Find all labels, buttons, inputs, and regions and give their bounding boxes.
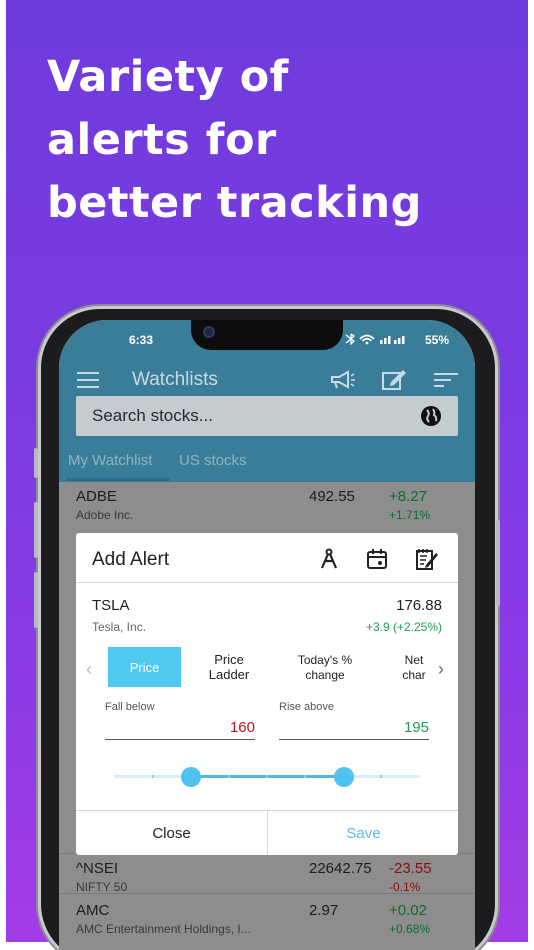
search-input[interactable]: Search stocks... [76,396,458,436]
fall-below-input[interactable]: 160 [105,719,255,736]
megaphone-icon[interactable] [329,368,355,392]
tab-indicator [66,478,170,481]
search-placeholder: Search stocks... [92,406,213,425]
page-title: Watchlists [132,369,218,390]
stock-change: -23.55 [389,860,432,877]
table-row[interactable]: AMC AMC Entertainment Holdings, I... 2.9… [59,896,475,948]
alert-type-net-change[interactable]: Net char [392,647,436,687]
stock-price: 492.55 [309,488,355,505]
rise-above-input[interactable]: 195 [279,719,429,736]
status-battery: 55% [425,333,450,347]
fall-below-label: Fall below [105,701,155,713]
edit-icon[interactable] [381,368,407,392]
menu-icon[interactable] [77,372,99,388]
calendar-icon[interactable] [364,547,390,571]
stock-name: Adobe Inc. [76,508,134,522]
row-divider [59,893,475,894]
slider-tick [228,775,230,778]
dialog-title: Add Alert [92,549,170,570]
stock-change: +0.02 [389,902,427,919]
slider-tick [304,775,306,778]
save-button[interactable]: Save [268,811,459,855]
stock-symbol: ADBE [76,488,117,505]
promo-headline: Variety of alerts for better tracking [47,46,487,235]
stock-change: +8.27 [389,488,427,505]
add-alert-dialog: Add Alert TSLA Tesla, Inc. 176.88 +3.9 (… [76,533,458,855]
app-bar: Watchlists [59,360,475,400]
rise-above-label: Rise above [279,701,335,713]
front-camera [203,326,215,338]
alert-type-price[interactable]: Price [108,647,181,687]
status-icons [344,333,410,348]
stock-change-pct: +0.68% [389,922,431,936]
tab-my-watchlist[interactable]: My Watchlist [68,452,152,469]
phone-screen: 6:33 55% Watchlists Search stocks... My … [59,320,475,950]
stock-name: AMC Entertainment Holdings, I... [76,922,251,936]
phone-side-button [34,448,38,478]
slider-handle-high[interactable] [333,767,354,787]
alert-type-todays-change[interactable]: Today's % change [290,647,360,687]
alert-stock-name: Tesla, Inc. [92,620,147,634]
fall-below-underline [105,739,255,740]
globe-icon[interactable] [421,406,441,426]
slider-tick [266,775,268,778]
alert-stock-change: +3.9 (+2.25%) [365,620,442,634]
chevron-left-icon[interactable]: ‹ [86,659,92,680]
stock-symbol: AMC [76,902,110,919]
table-row[interactable]: ADBE Adobe Inc. 492.55 +8.27 +1.71% [59,482,475,534]
phone-power-button [496,520,500,606]
phone-volume-up [34,502,38,558]
stock-price: 2.97 [309,902,339,919]
slider-handle-low[interactable] [180,767,201,787]
alert-stock-symbol: TSLA [92,597,130,614]
sort-icon[interactable] [433,368,459,392]
alert-stock-price: 176.88 [396,597,442,614]
dialog-divider [76,582,458,583]
headline-line-3: better tracking [47,178,422,228]
stock-name: NIFTY 50 [76,880,128,894]
stock-change-pct: +1.71% [389,508,431,522]
stock-price: 22642.75 [309,860,372,877]
stock-symbol: ^NSEI [76,860,119,877]
stock-change-pct: -0.1% [389,880,421,894]
rise-above-underline [279,739,429,740]
phone-volume-down [34,572,38,628]
headline-line-1: Variety of [47,52,289,102]
alert-type-price-ladder[interactable]: Price Ladder [194,647,264,687]
slider-tick [380,775,382,778]
chevron-right-icon[interactable]: › [438,659,444,680]
compass-icon[interactable] [316,547,342,571]
tab-us-stocks[interactable]: US stocks [179,452,247,469]
headline-line-2: alerts for [47,115,277,165]
slider-tick [152,775,154,778]
signal-icons [345,333,405,346]
close-button[interactable]: Close [76,811,267,855]
status-time: 6:33 [129,333,154,347]
notes-icon[interactable] [414,547,440,571]
watchlist-tabs: My Watchlist US stocks [59,448,475,482]
